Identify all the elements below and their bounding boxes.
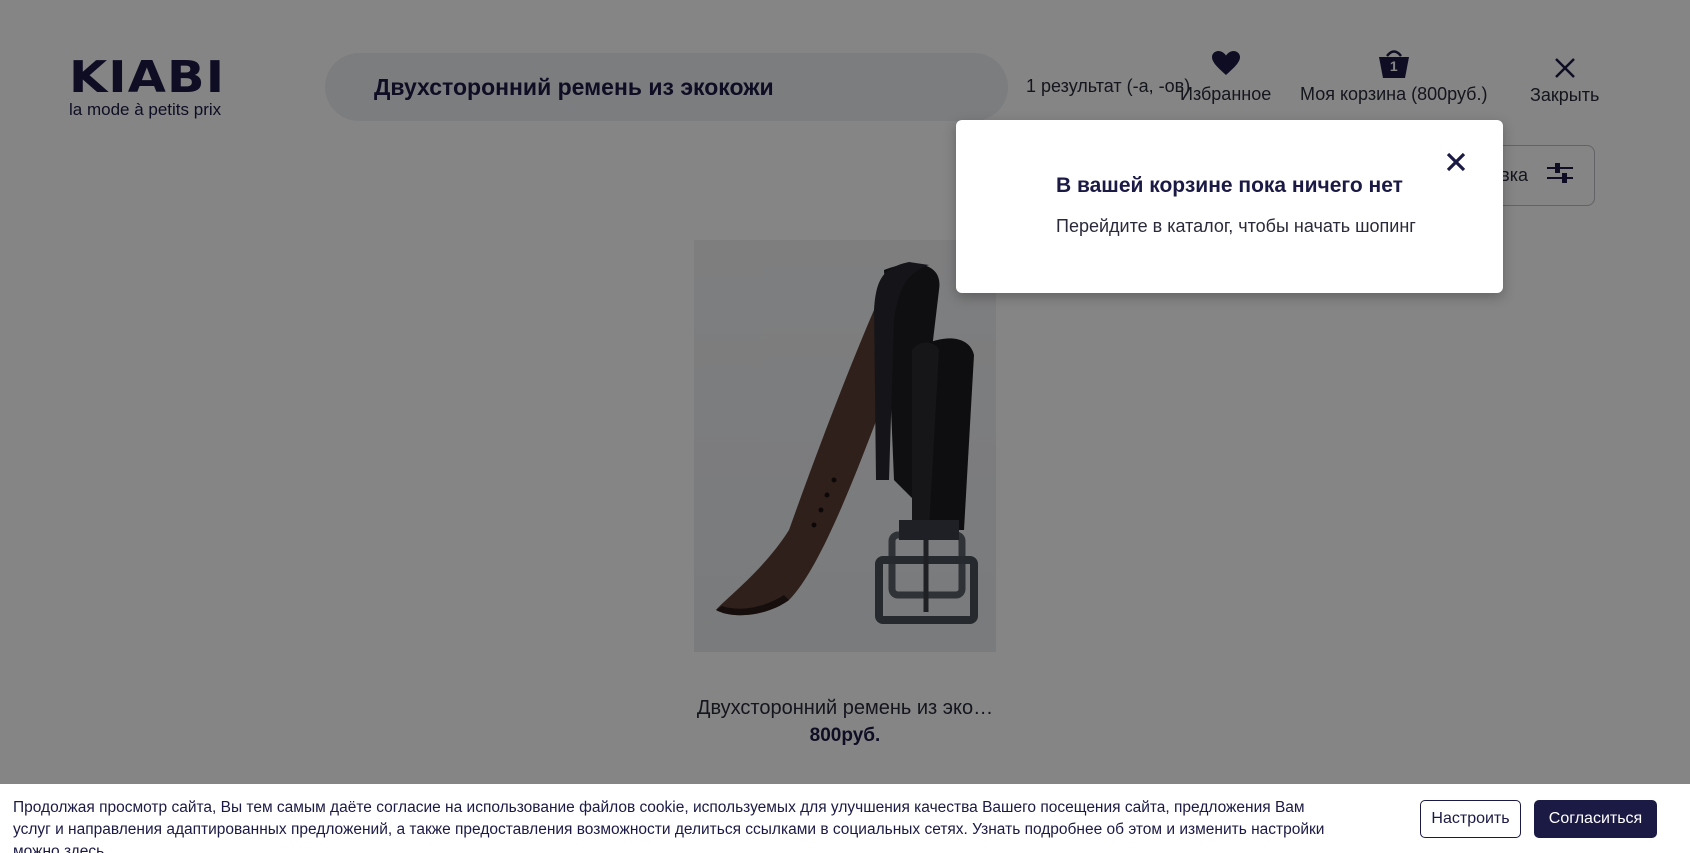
cookie-banner: Продолжая просмотр сайта, Вы тем самым д… xyxy=(0,784,1690,853)
accept-cookies-button[interactable]: Согласиться xyxy=(1534,800,1657,838)
configure-cookies-button[interactable]: Настроить xyxy=(1420,800,1521,838)
empty-cart-popup: В вашей корзине пока ничего нет Перейдит… xyxy=(956,120,1503,293)
cookie-message: Продолжая просмотр сайта, Вы тем самым д… xyxy=(13,799,1325,853)
cookie-details-link[interactable]: здесь xyxy=(64,843,104,853)
popup-title: В вашей корзине пока ничего нет xyxy=(1056,174,1403,197)
popup-close-button[interactable] xyxy=(1444,150,1468,174)
popup-text: Перейдите в каталог, чтобы начать шопинг xyxy=(1056,216,1416,236)
popup-close-icon xyxy=(1446,152,1466,172)
cookie-text-block: Продолжая просмотр сайта, Вы тем самым д… xyxy=(13,797,1343,853)
